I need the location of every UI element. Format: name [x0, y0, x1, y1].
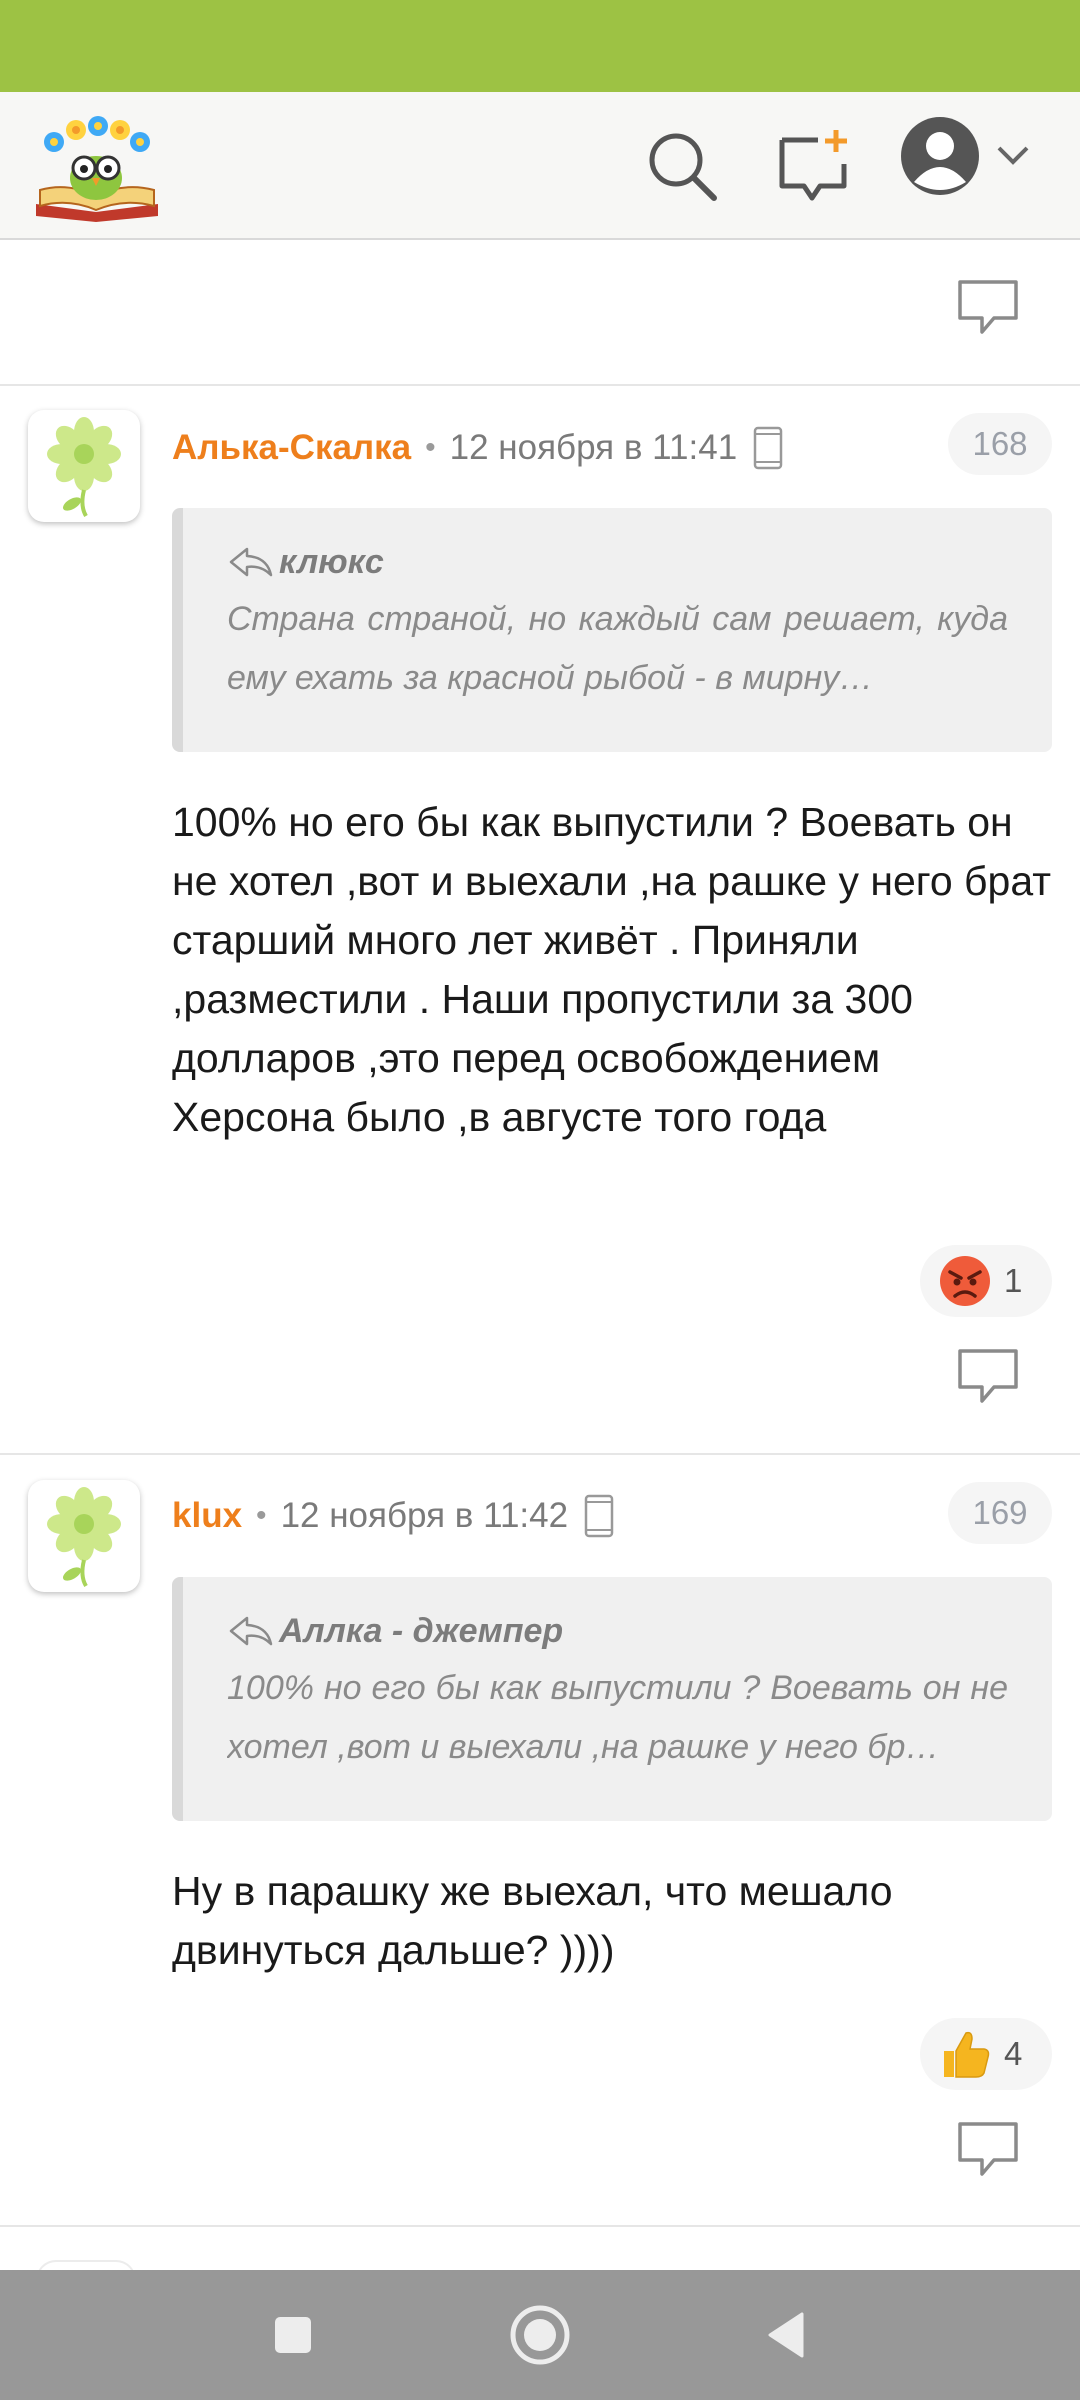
reply-comment-icon[interactable] [956, 278, 1020, 338]
reaction-count: 4 [1004, 2035, 1023, 2072]
app-header [0, 92, 1080, 240]
reply-arrow-icon [229, 1616, 273, 1646]
comment-meta: Алька-Скалка • 12 ноября в 11:41 [172, 418, 783, 478]
mobile-phone-icon [584, 1494, 614, 1538]
comment-number[interactable]: 169 [948, 1482, 1052, 1544]
quote-text: Страна страной, но каждый сам решает, ку… [227, 600, 1008, 697]
user-avatar-icon [901, 117, 979, 195]
comment-time[interactable]: 12 ноября в 11:41 [450, 428, 738, 468]
author-name[interactable]: Алька-Скалка [172, 428, 411, 468]
reply-arrow-icon [229, 547, 273, 577]
chevron-down-icon [997, 146, 1029, 165]
circle-icon[interactable] [505, 2300, 575, 2370]
quote-header: клюкс [227, 534, 1008, 590]
system-nav-bar [0, 2270, 1080, 2400]
quote-block[interactable]: клюкс Страна страной, но каждый сам реша… [172, 508, 1052, 752]
comments-feed: Алька-Скалка • 12 ноября в 11:41 168 клю… [0, 240, 1080, 2270]
quote-block[interactable]: Аллка - джемпер 100% но его бы как выпус… [172, 1577, 1052, 1821]
comment-text: Ну в парашку же выехал, что мешало двину… [172, 1868, 893, 1973]
separator: • [256, 1499, 267, 1532]
square-icon[interactable] [258, 2300, 328, 2370]
quote-header: Аллка - джемпер [227, 1603, 1008, 1659]
reaction-badge[interactable]: 4 [920, 2018, 1052, 2090]
reaction-count: 1 [1004, 1262, 1023, 1299]
search-icon[interactable] [642, 126, 722, 206]
divider [0, 384, 1080, 386]
mobile-phone-icon [753, 426, 783, 470]
reaction-badge[interactable]: 1 [920, 1245, 1052, 1317]
comment-meta: klux • 12 ноября в 11:42 [172, 1486, 614, 1546]
owl-book-logo-icon[interactable] [32, 112, 162, 222]
profile-menu[interactable] [900, 116, 1050, 216]
comment-text: 100% но его бы как выпустили ? Воевать о… [172, 799, 1051, 1140]
quote-author: Аллка - джемпер [279, 1611, 564, 1650]
divider [0, 1453, 1080, 1455]
quote-text: 100% но его бы как выпустили ? Воевать о… [227, 1669, 1008, 1766]
quote-author: клюкс [279, 542, 384, 581]
divider [0, 2225, 1080, 2227]
thumbs-up-icon [944, 2031, 990, 2078]
comment-number[interactable]: 168 [948, 413, 1052, 475]
next-avatar-edge [36, 2260, 136, 2270]
reply-comment-icon[interactable] [956, 1347, 1020, 1407]
reply-comment-icon[interactable] [956, 2120, 1020, 2180]
angry-face-icon [940, 1256, 990, 1306]
triangle-back-icon[interactable] [752, 2300, 822, 2370]
avatar[interactable] [28, 410, 140, 522]
avatar[interactable] [28, 1480, 140, 1592]
comment-time[interactable]: 12 ноября в 11:42 [281, 1496, 569, 1536]
separator: • [425, 431, 436, 464]
new-message-icon[interactable] [774, 126, 854, 206]
author-name[interactable]: klux [172, 1496, 242, 1536]
flower-avatar-icon [47, 1487, 121, 1588]
flower-avatar-icon [47, 417, 121, 518]
status-bar [0, 0, 1080, 92]
